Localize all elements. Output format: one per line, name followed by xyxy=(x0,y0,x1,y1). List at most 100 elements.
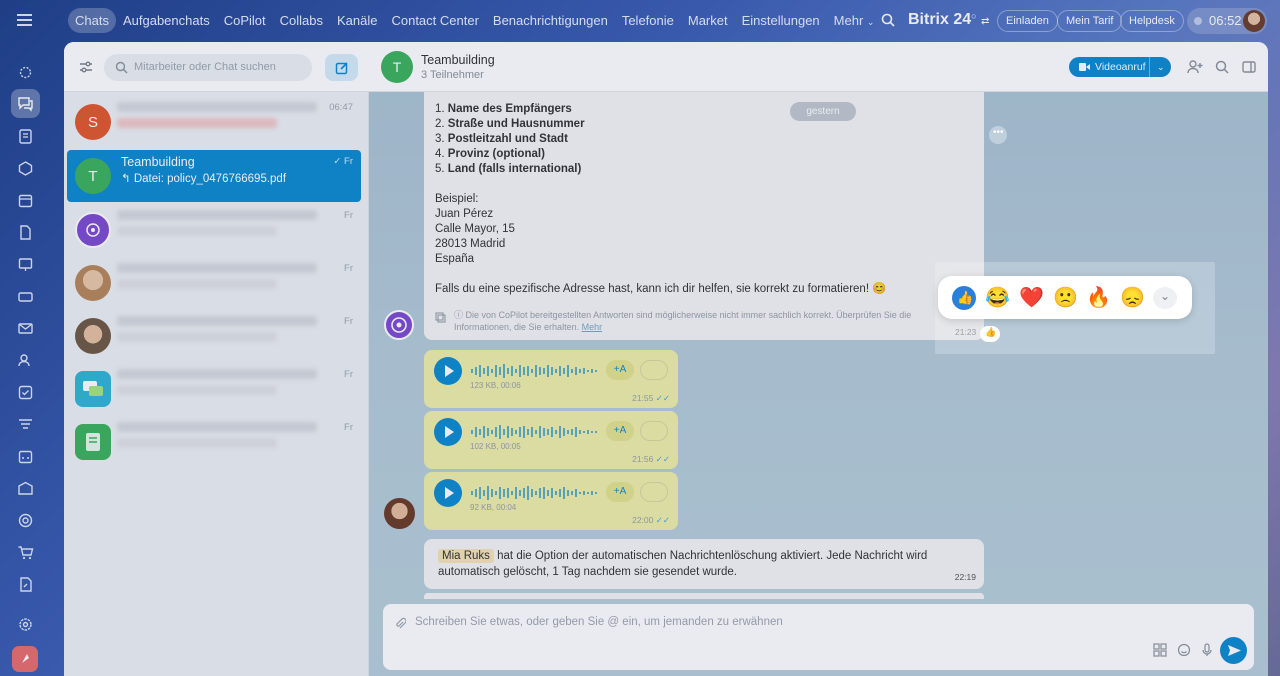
chat-list-item[interactable]: Fr xyxy=(67,363,361,415)
top-bar: Chats Aufgabenchats CoPilot Collabs Kanä… xyxy=(0,0,1280,42)
nav-channels[interactable]: Kanäle xyxy=(330,8,384,33)
helpdesk-button[interactable]: Helpdesk xyxy=(1120,10,1184,32)
search-icon[interactable] xyxy=(1214,59,1230,75)
chat-avatar: T xyxy=(75,158,111,194)
plan-button[interactable]: Mein Tarif xyxy=(1057,10,1123,32)
play-button[interactable] xyxy=(434,418,462,446)
chat-header-avatar[interactable]: T xyxy=(381,51,413,83)
emoji-icon[interactable] xyxy=(1177,643,1191,657)
nav-copilot[interactable]: CoPilot xyxy=(217,8,273,33)
message-composer[interactable]: Schreiben Sie etwas, oder geben Sie @ ei… xyxy=(383,604,1254,670)
transcribe-button[interactable]: +A xyxy=(606,482,634,502)
nav-chats[interactable]: Chats xyxy=(68,8,116,33)
sidebar-toggle-icon[interactable] xyxy=(1241,59,1257,75)
play-button[interactable] xyxy=(434,357,462,385)
calendar-rail-icon[interactable] xyxy=(17,192,34,209)
play-button[interactable] xyxy=(434,479,462,507)
search-icon[interactable] xyxy=(881,13,895,27)
transcribe-button[interactable]: +A xyxy=(606,360,634,380)
voice-message[interactable]: 123 KB, 00:06 +A 21:55 ✓✓ xyxy=(424,350,678,408)
nav-telephony[interactable]: Telefonie xyxy=(615,8,681,33)
mia-avatar[interactable] xyxy=(384,498,415,529)
chat-list-item[interactable]: Fr xyxy=(67,257,361,309)
rocket-icon[interactable] xyxy=(12,646,38,672)
tasks-rail-icon[interactable] xyxy=(17,384,34,401)
mail-rail-icon[interactable] xyxy=(17,320,34,337)
copilot-icon xyxy=(391,317,407,333)
chat-participants[interactable]: 3 Teilnehmer xyxy=(421,69,484,81)
chat-search-input[interactable]: Mitarbeiter oder Chat suchen xyxy=(104,54,312,81)
chat-list-item[interactable]: Fr xyxy=(67,310,361,362)
reaction-heart[interactable]: ❤️ xyxy=(1019,286,1044,310)
documents-rail-icon[interactable] xyxy=(17,224,34,241)
more-reactions-button[interactable]: ⌄ xyxy=(1153,287,1177,309)
contacts-rail-icon[interactable] xyxy=(17,352,34,369)
reaction-slight-frown[interactable]: 🙁 xyxy=(1053,286,1078,310)
voice-message[interactable]: 102 KB, 00:05 +A 21:56 ✓✓ xyxy=(424,411,678,469)
copilot-icon xyxy=(86,223,100,237)
feed-rail-icon[interactable] xyxy=(17,128,34,145)
chats-rail-icon[interactable] xyxy=(11,89,40,118)
nav-settings[interactable]: Einstellungen xyxy=(735,8,827,33)
nav-more[interactable]: Mehr ⌄ xyxy=(827,8,882,33)
nav-collabs[interactable]: Collabs xyxy=(273,8,330,33)
chat-list-item[interactable]: Fr xyxy=(67,416,361,468)
speed-button[interactable] xyxy=(640,421,668,441)
more-options-icon[interactable]: ••• xyxy=(989,126,1007,144)
chat-list-item[interactable]: S 06:47 xyxy=(67,96,361,148)
crm-rail-icon[interactable] xyxy=(17,416,34,433)
filter-icon[interactable] xyxy=(78,59,94,75)
copilot-rail-icon[interactable] xyxy=(17,64,34,81)
brand-settings-icon[interactable]: ⇄ xyxy=(981,16,989,27)
paperclip-icon[interactable] xyxy=(394,617,406,631)
inventory-rail-icon[interactable] xyxy=(17,480,34,497)
reaction-laugh[interactable]: 😂 xyxy=(985,286,1010,310)
voice-time-label: 21:56 xyxy=(632,454,654,464)
settings-rail-icon[interactable] xyxy=(17,616,34,633)
invite-button[interactable]: Einladen xyxy=(997,10,1058,32)
booking-rail-icon[interactable] xyxy=(17,448,34,465)
chat-list-item-teambuilding[interactable]: T Teambuilding ↰ Datei: policy_047676669… xyxy=(67,150,361,202)
boards-rail-icon[interactable] xyxy=(17,256,34,273)
chevron-down-icon[interactable]: ⌄ xyxy=(1149,57,1171,77)
worktime-clock[interactable]: 06:52 xyxy=(1187,8,1267,34)
voice-meta: 92 KB, 00:04 xyxy=(470,503,517,512)
voice-time-label: 22:00 xyxy=(632,515,654,525)
reaction-button[interactable]: 👍 xyxy=(980,326,1000,342)
chat-list-item[interactable]: Fr xyxy=(67,204,361,256)
copy-icon[interactable] xyxy=(435,312,446,323)
send-button[interactable] xyxy=(1220,637,1247,664)
apps-grid-icon[interactable] xyxy=(1153,643,1167,657)
copilot-message[interactable]: 1. Name des Empfängers 2. Straße und Hau… xyxy=(424,92,984,340)
new-chat-button[interactable] xyxy=(325,54,358,81)
disclaimer-more-link[interactable]: Mehr xyxy=(582,322,603,332)
transcribe-button[interactable]: +A xyxy=(606,421,634,441)
blurred-chat-preview xyxy=(117,226,277,236)
voice-time: 21:56 ✓✓ xyxy=(632,454,670,465)
voice-message[interactable]: 92 KB, 00:04 +A 22:00 ✓✓ xyxy=(424,472,678,530)
reaction-sad[interactable]: 😞 xyxy=(1120,286,1145,310)
speed-button[interactable] xyxy=(640,482,668,502)
video-call-button[interactable]: Videoanruf ⌄ xyxy=(1069,57,1171,77)
nav-contact-center[interactable]: Contact Center xyxy=(384,8,485,33)
nav-market[interactable]: Market xyxy=(681,8,735,33)
microphone-icon[interactable] xyxy=(1200,643,1214,657)
goals-rail-icon[interactable] xyxy=(17,512,34,529)
menu-icon[interactable] xyxy=(17,14,32,26)
chat-list-header: Mitarbeiter oder Chat suchen xyxy=(64,42,369,92)
nav-task-chats[interactable]: Aufgabenchats xyxy=(116,8,217,33)
copilot-avatar[interactable] xyxy=(384,310,414,340)
system-message[interactable]: Mia Ruks hat die Option der automatische… xyxy=(424,539,984,589)
reaction-like[interactable]: 👍 xyxy=(952,286,976,310)
sign-rail-icon[interactable] xyxy=(17,576,34,593)
nav-notifications[interactable]: Benachrichtigungen xyxy=(486,8,615,33)
user-mention[interactable]: Mia Ruks xyxy=(438,549,494,563)
groups-rail-icon[interactable] xyxy=(17,160,34,177)
reaction-fire[interactable]: 🔥 xyxy=(1086,286,1111,310)
add-user-icon[interactable] xyxy=(1187,59,1203,75)
shop-rail-icon[interactable] xyxy=(17,544,34,561)
chat-title[interactable]: Teambuilding xyxy=(421,53,495,67)
user-avatar[interactable] xyxy=(1243,10,1265,32)
speed-button[interactable] xyxy=(640,360,668,380)
drive-rail-icon[interactable] xyxy=(17,288,34,305)
